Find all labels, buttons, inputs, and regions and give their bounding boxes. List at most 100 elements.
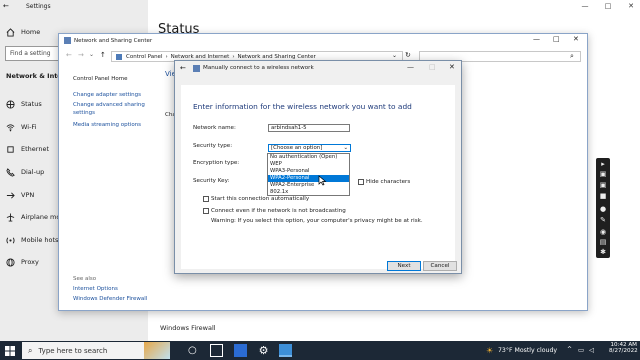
back-arrow-icon[interactable]: ←: [3, 2, 11, 10]
security-key-label: Security Key:: [193, 178, 230, 184]
ethernet-icon: [7, 145, 14, 153]
minimize-icon[interactable]: —: [407, 63, 414, 71]
connect-even-label: Connect even if the network is not broad…: [211, 208, 346, 214]
camera-icon[interactable]: ▣: [599, 170, 607, 178]
webcam-icon[interactable]: ◉: [599, 228, 607, 236]
back-arrow-icon[interactable]: ←: [66, 51, 72, 59]
clock-date: 8/27/2022: [609, 348, 638, 354]
app-icon[interactable]: [234, 344, 247, 357]
windows-firewall-link[interactable]: Windows Firewall: [160, 324, 216, 332]
close-icon[interactable]: ✕: [624, 0, 638, 12]
security-type-select[interactable]: [Choose an option] ⌄: [268, 144, 351, 152]
chevron-down-icon[interactable]: ⌄: [89, 51, 94, 58]
option-open[interactable]: No authentication (Open): [268, 154, 349, 161]
connect-even-checkbox[interactable]: [203, 208, 209, 214]
refresh-icon[interactable]: ↻: [405, 51, 411, 59]
cancel-button[interactable]: Cancel: [423, 261, 457, 271]
option-wpa2-enterprise[interactable]: WPA2-Enterprise: [268, 182, 349, 189]
sidebar-label: Proxy: [21, 258, 39, 266]
globe-icon: [6, 99, 15, 109]
see-also-heading: See also: [73, 276, 97, 282]
screen-capture-toolbar: ▸ ▣ ▣ ■ ● ✎ ◉ ▤ ✱: [596, 158, 610, 258]
option-wpa3-personal[interactable]: WPA3-Personal: [268, 168, 349, 175]
search-highlight-image: [144, 342, 170, 359]
chevron-down-icon: ⌄: [343, 145, 348, 151]
home-label: Home: [21, 28, 41, 36]
home-icon: [6, 27, 15, 37]
mouse-cursor-icon: [318, 175, 327, 186]
camera-icon[interactable]: ▣: [599, 181, 607, 189]
maximize-icon[interactable]: □: [601, 0, 615, 12]
minimize-icon[interactable]: —: [533, 35, 540, 43]
pen-icon[interactable]: ✎: [599, 216, 607, 224]
security-type-dropdown-list: No authentication (Open) WEP WPA3-Person…: [267, 153, 350, 196]
defender-firewall-link[interactable]: Windows Defender Firewall: [73, 296, 147, 302]
option-wep[interactable]: WEP: [268, 161, 349, 168]
chevron-down-icon[interactable]: ⌄: [392, 52, 397, 59]
sidebar-label: Ethernet: [21, 145, 49, 153]
hotspot-icon: [6, 237, 15, 243]
control-panel-icon: [116, 53, 122, 60]
folder-icon[interactable]: ▤: [599, 238, 607, 246]
network-tray-icon[interactable]: ▭: [578, 346, 584, 354]
network-app-icon[interactable]: [279, 344, 292, 357]
privacy-warning: Warning: If you select this option, your…: [211, 218, 423, 224]
microphone-icon[interactable]: ●: [599, 205, 607, 213]
network-center-icon: [64, 37, 71, 44]
advanced-sharing-link[interactable]: Change advanced sharing settings: [73, 102, 145, 117]
change-adapter-link[interactable]: Change adapter settings: [73, 92, 141, 98]
pointer-icon[interactable]: ▸: [599, 160, 607, 168]
search-icon: ⌕: [570, 52, 574, 60]
control-panel-home-link[interactable]: Control Panel Home: [73, 76, 127, 82]
back-arrow-icon[interactable]: ←: [180, 64, 186, 72]
encryption-type-label: Encryption type:: [193, 160, 240, 166]
airplane-icon: [6, 212, 15, 222]
dialog-heading: Enter information for the wireless netwo…: [193, 102, 412, 111]
next-button[interactable]: Next: [387, 261, 421, 271]
vpn-icon: [6, 191, 15, 199]
search-icon: ⌕: [28, 345, 33, 355]
security-type-label: Security type:: [193, 143, 233, 149]
video-icon[interactable]: ■: [599, 192, 607, 200]
forward-arrow-icon[interactable]: →: [78, 51, 84, 59]
cortana-icon[interactable]: ○: [188, 344, 201, 357]
internet-options-link[interactable]: Internet Options: [73, 286, 118, 292]
up-arrow-icon[interactable]: ↑: [100, 51, 106, 59]
search-placeholder: Type here to search: [38, 346, 108, 355]
chevron-up-icon[interactable]: ^: [567, 346, 572, 353]
dialog-title: Manually connect to a wireless network: [203, 65, 314, 71]
hide-characters-label: Hide characters: [366, 179, 411, 185]
close-icon[interactable]: ✕: [449, 63, 455, 71]
option-wpa2-personal[interactable]: WPA2-Personal: [268, 175, 349, 182]
gear-icon[interactable]: ✱: [599, 248, 607, 256]
network-name-label: Network name:: [193, 125, 236, 131]
breadcrumb-network-internet[interactable]: Network and Internet: [171, 54, 230, 60]
find-placeholder: Find a setting: [10, 50, 51, 57]
volume-icon[interactable]: ◁: [589, 346, 594, 354]
gear-icon[interactable]: ⚙: [257, 344, 270, 357]
weather-text[interactable]: 73°F Mostly cloudy: [498, 347, 557, 354]
maximize-icon[interactable]: □: [553, 35, 560, 43]
breadcrumb-sharing-center[interactable]: Network and Sharing Center: [238, 54, 316, 60]
weather-icon[interactable]: ☀: [486, 346, 493, 355]
close-icon[interactable]: ✕: [573, 35, 579, 43]
sidebar-label: Dial-up: [21, 168, 45, 176]
sidebar-label: VPN: [21, 191, 35, 199]
sidebar-label: Wi-Fi: [21, 123, 37, 131]
windows-start-icon[interactable]: [5, 346, 15, 356]
minimize-icon[interactable]: —: [578, 0, 592, 12]
hide-characters-checkbox[interactable]: [358, 179, 364, 185]
cp-titlebar: Network and Sharing Center — □ ✕: [59, 34, 587, 47]
start-auto-label: Start this connection automatically: [211, 196, 310, 202]
breadcrumb-control-panel[interactable]: Control Panel: [126, 54, 162, 60]
start-auto-checkbox[interactable]: [203, 196, 209, 202]
sidebar-label: Status: [21, 100, 42, 108]
network-name-input[interactable]: arbindsah1-5: [268, 124, 350, 132]
task-view-icon[interactable]: [210, 344, 223, 357]
cp-title: Network and Sharing Center: [74, 37, 153, 44]
option-8021x[interactable]: 802.1x: [268, 189, 349, 196]
clock[interactable]: 10:42 AM 8/27/2022: [609, 342, 638, 354]
globe-icon: [6, 257, 15, 267]
security-type-value: [Choose an option]: [271, 145, 323, 151]
media-streaming-link[interactable]: Media streaming options: [73, 122, 141, 128]
